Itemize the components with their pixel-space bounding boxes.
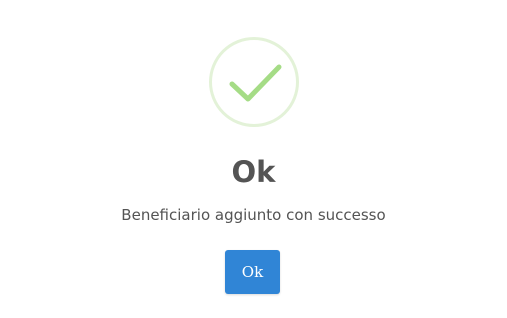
- confirm-button[interactable]: Ok: [225, 250, 280, 294]
- success-dialog: Ok Beneficiario aggiunto con successo Ok: [0, 0, 507, 318]
- dialog-message: Beneficiario aggiunto con successo: [121, 206, 386, 224]
- success-icon: [209, 37, 299, 127]
- dialog-title: Ok: [231, 155, 276, 189]
- checkmark-icon: [229, 64, 282, 102]
